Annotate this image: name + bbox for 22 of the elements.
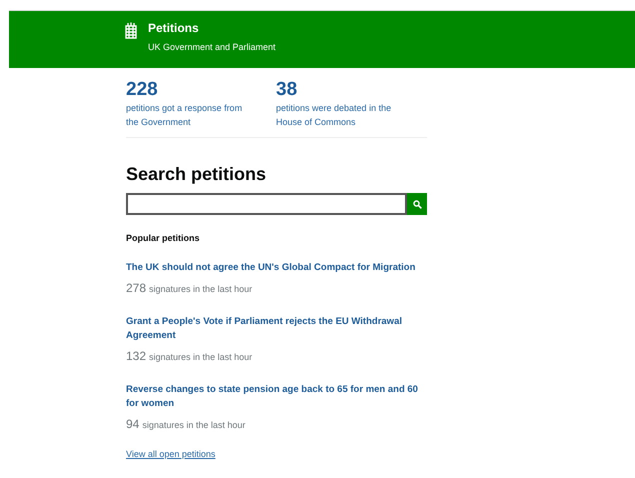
petition-link[interactable]: The UK should not agree the UN's Global Compact for Migration xyxy=(126,261,427,275)
petition-link[interactable]: Reverse changes to state pension age back to 65 for men and 60 for women xyxy=(126,383,427,411)
signature-label: signatures in the last hour xyxy=(142,420,246,430)
signature-count: 132 xyxy=(126,349,146,363)
portcullis-icon xyxy=(124,22,138,40)
search-field[interactable] xyxy=(126,193,407,215)
signature-label: signatures in the last hour xyxy=(149,284,252,294)
stat-number[interactable]: 228 xyxy=(126,79,276,101)
stat-description[interactable]: petitions were debated in the House of Commons xyxy=(276,101,406,129)
search-heading: Search petitions xyxy=(126,163,268,185)
stat-number[interactable]: 38 xyxy=(276,79,426,101)
stat-description[interactable]: petitions got a response from the Government xyxy=(126,101,256,129)
popular-heading: Popular petitions xyxy=(126,233,201,243)
search-icon xyxy=(412,200,422,208)
site-title[interactable]: Petitions xyxy=(148,20,276,36)
site-subtitle: UK Government and Parliament xyxy=(148,42,276,52)
signature-label: signatures in the last hour xyxy=(149,352,252,362)
view-all-link[interactable]: View all open petitions xyxy=(126,449,216,459)
signature-count: 278 xyxy=(126,281,146,295)
search-button[interactable] xyxy=(407,193,427,215)
signature-count: 94 xyxy=(126,417,140,431)
petition-link[interactable]: Grant a People's Vote if Parliament rejects the EU Withdrawal Agreement xyxy=(126,315,427,343)
